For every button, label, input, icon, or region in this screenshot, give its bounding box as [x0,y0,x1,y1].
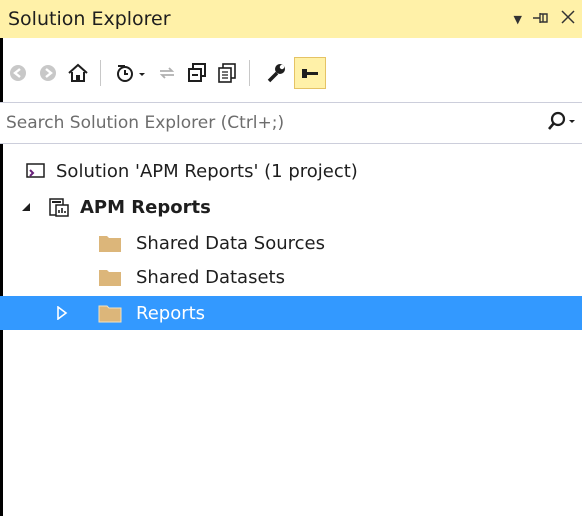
search-input[interactable]: Search Solution Explorer (Ctrl+;) [6,113,284,133]
preview-selected-items-icon[interactable] [294,57,326,89]
folder-icon [98,267,122,287]
tree-node-shared-data-sources[interactable]: Shared Data Sources [0,226,582,260]
properties-icon[interactable] [264,61,288,85]
tree-node-label: Shared Datasets [136,266,285,288]
tree-node-label: APM Reports [80,196,211,218]
show-all-files-icon[interactable] [215,61,239,85]
tree-node-label: Shared Data Sources [136,232,325,254]
pending-changes-filter-icon[interactable] [115,61,149,85]
auto-hide-pin-icon[interactable] [532,10,550,29]
tree-node-solution[interactable]: Solution 'APM Reports' (1 project) [0,154,582,188]
solution-icon [26,162,46,180]
search-box[interactable]: Search Solution Explorer (Ctrl+;) [0,102,582,144]
tree-node-reports[interactable]: Reports [0,296,582,330]
tree-node-label: Solution 'APM Reports' (1 project) [56,160,358,182]
sync-icon[interactable] [155,61,179,85]
collapse-arrow-icon[interactable] [20,201,32,213]
report-project-icon [48,196,70,218]
home-icon[interactable] [66,61,90,85]
title-bar[interactable]: Solution Explorer ▼ [0,0,582,38]
toolbar-separator [249,60,250,86]
close-icon[interactable] [560,9,576,29]
toolbar-separator [100,60,101,86]
title-bar-controls: ▼ [514,0,576,38]
tree-node-shared-datasets[interactable]: Shared Datasets [0,260,582,294]
expand-arrow-icon[interactable] [56,306,68,320]
toolbar [0,52,582,94]
tree-node-label: Reports [136,302,206,324]
collapse-all-icon[interactable] [185,61,209,85]
window-position-dropdown-icon[interactable]: ▼ [514,13,522,26]
solution-explorer-pane: Solution Explorer ▼ Search Solution Expl… [0,0,582,516]
folder-icon [98,233,122,253]
search-icon[interactable] [546,111,576,137]
pane-title: Solution Explorer [8,8,171,30]
back-icon[interactable] [6,61,30,85]
tree-node-project[interactable]: APM Reports [0,190,582,224]
forward-icon[interactable] [36,61,60,85]
folder-icon [98,303,122,323]
